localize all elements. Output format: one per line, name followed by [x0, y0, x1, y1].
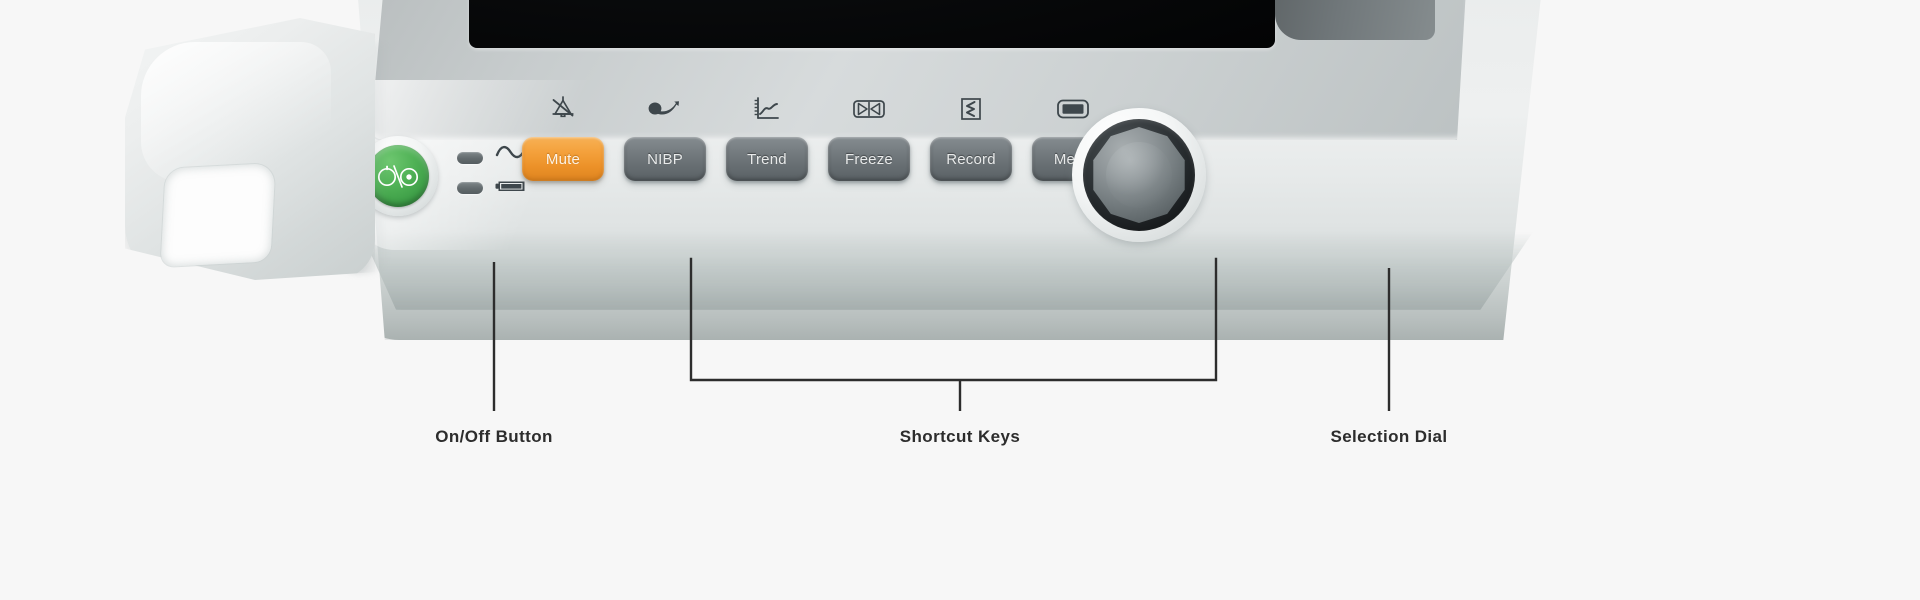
ac-power-led [457, 152, 483, 164]
shortcut-key-label: Freeze [845, 150, 893, 168]
shortcut-key-label: NIBP [647, 150, 683, 168]
shortcut-key-nibp[interactable]: NIBP [624, 137, 706, 181]
callout-selection-dial: Selection Dial [1330, 427, 1448, 446]
selection-dial-bezel [1072, 108, 1206, 242]
carry-handle [125, 18, 388, 280]
shortcut-key-trend[interactable]: Trend [726, 137, 808, 181]
shortcut-key-mute[interactable]: Mute [522, 137, 604, 181]
front-panel-controls: Mute NIBP Trend Freeze Record Menu [355, 0, 1555, 340]
blood-pressure-cuff-icon [643, 93, 687, 125]
callout-shortcut-keys: Shortcut Keys [899, 427, 1021, 446]
shortcut-key-label: Trend [747, 150, 787, 168]
shortcut-key-record[interactable]: Record [930, 137, 1012, 181]
alarm-bell-silenced-icon [541, 93, 585, 125]
screenshot-canvas: Mute NIBP Trend Freeze Record Menu [0, 0, 1920, 600]
shortcut-key-label: Record [946, 150, 996, 168]
shortcut-key-label: Mute [545, 150, 581, 168]
menu-screen-icon [1051, 93, 1095, 125]
handle-grip-opening [160, 162, 276, 268]
trend-graph-icon [745, 93, 789, 125]
freeze-waveform-icon [847, 93, 891, 125]
battery-icon [495, 174, 527, 201]
patient-monitor-device: Mute NIBP Trend Freeze Record Menu [355, 0, 1555, 340]
selection-dial[interactable] [1093, 127, 1185, 223]
selection-dial-rim [1083, 119, 1195, 231]
recorder-printout-icon [949, 93, 993, 125]
callout-on-off-button: On/Off Button [435, 427, 553, 446]
battery-led [457, 182, 483, 194]
shortcut-key-freeze[interactable]: Freeze [828, 137, 910, 181]
